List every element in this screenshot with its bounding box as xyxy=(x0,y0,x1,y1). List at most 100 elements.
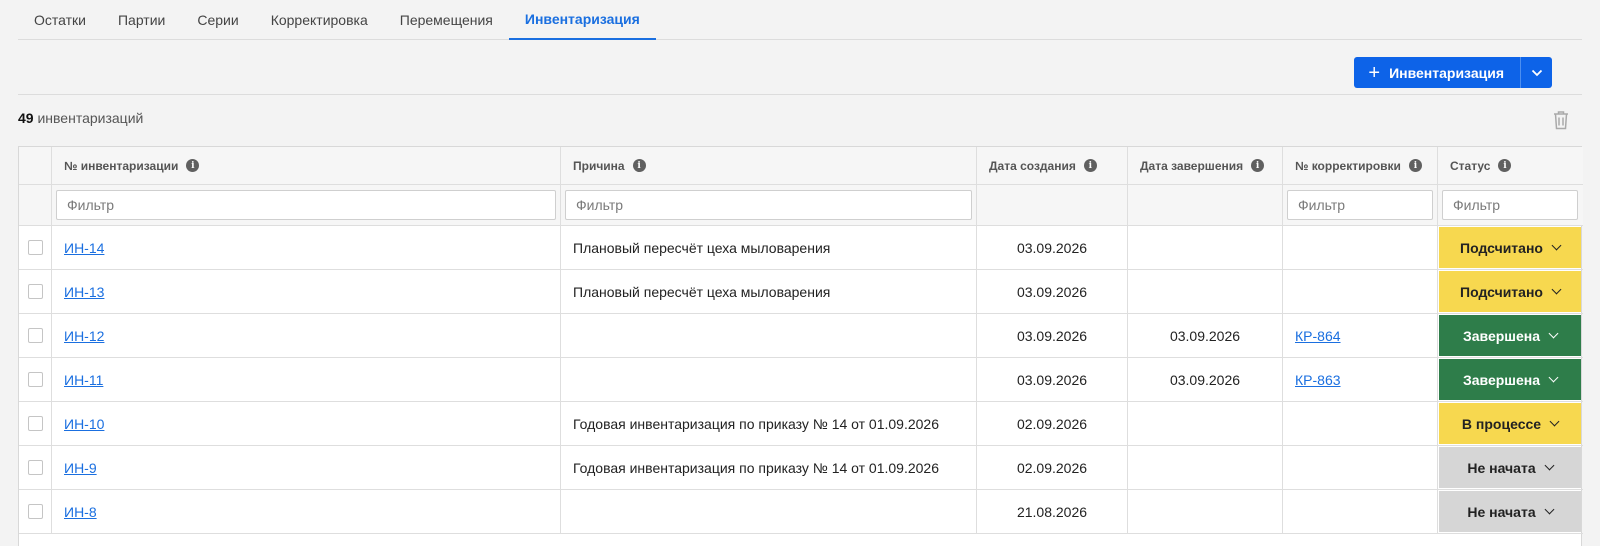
status-label: Завершена xyxy=(1462,371,1540,388)
status-dropdown[interactable]: Завершена xyxy=(1439,359,1581,400)
row-checkbox[interactable] xyxy=(28,416,43,431)
table-header: № инвентаризации i Причина i Дата создания… xyxy=(19,147,1583,185)
reason-cell: Годовая инвентаризация по приказу № 14 о… xyxy=(561,446,977,489)
create-options-dropdown-button[interactable] xyxy=(1520,57,1552,88)
correction-cell: КР-864 xyxy=(1283,314,1438,357)
column-header-number[interactable]: № инвентаризации i xyxy=(52,147,561,184)
status-cell: Завершена xyxy=(1438,358,1582,401)
correction-link[interactable]: КР-864 xyxy=(1283,328,1341,344)
select-cell xyxy=(19,358,52,401)
table-row: ИН-12 03.09.2026 03.09.2026 КР-864 Завер… xyxy=(19,314,1583,358)
status-cell: Завершена xyxy=(1438,314,1582,357)
info-icon[interactable]: i xyxy=(632,159,646,172)
correction-link[interactable]: КР-863 xyxy=(1283,372,1341,388)
tab-inventory[interactable]: Инвентаризация xyxy=(508,0,656,40)
created-date: 02.09.2026 xyxy=(1016,459,1088,476)
filter-select-cell xyxy=(19,185,52,225)
number-cell: ИН-11 xyxy=(52,358,561,401)
info-icon[interactable]: i xyxy=(1408,159,1422,172)
record-count: 49 инвентаризаций xyxy=(18,110,143,126)
column-header-correction[interactable]: № корректировки i xyxy=(1283,147,1438,184)
tab-adjustment[interactable]: Корректировка xyxy=(255,0,384,40)
row-checkbox[interactable] xyxy=(28,240,43,255)
filter-correction-input[interactable] xyxy=(1287,190,1433,220)
row-checkbox[interactable] xyxy=(28,328,43,343)
column-header-label: № корректировки xyxy=(1295,158,1401,173)
reason-cell xyxy=(561,314,977,357)
status-dropdown[interactable]: Не начата xyxy=(1439,491,1581,532)
created-cell: 02.09.2026 xyxy=(977,446,1128,489)
status-dropdown[interactable]: В процессе xyxy=(1439,403,1581,444)
tab-stock[interactable]: Остатки xyxy=(18,0,102,40)
chevron-down-icon xyxy=(1549,416,1560,427)
inventory-number-link[interactable]: ИН-8 xyxy=(52,504,97,520)
reason-cell: Плановый пересчёт цеха мыловарения xyxy=(561,270,977,313)
table-row: ИН-13 Плановый пересчёт цеха мыловарения… xyxy=(19,270,1583,314)
status-dropdown[interactable]: Не начата xyxy=(1439,447,1581,488)
status-dropdown[interactable]: Подсчитано xyxy=(1439,271,1581,312)
table-row: ИН-14 Плановый пересчёт цеха мыловарения… xyxy=(19,226,1583,270)
chevron-down-icon xyxy=(1551,284,1562,295)
create-inventory-button[interactable]: + Инвентаризация xyxy=(1354,57,1520,88)
column-header-reason[interactable]: Причина i xyxy=(561,147,977,184)
inventory-number-link[interactable]: ИН-11 xyxy=(52,372,103,388)
number-cell: ИН-14 xyxy=(52,226,561,269)
inventory-number-link[interactable]: ИН-9 xyxy=(52,460,97,476)
reason-cell: Годовая инвентаризация по приказу № 14 о… xyxy=(561,402,977,445)
column-header-label: № инвентаризации xyxy=(64,158,179,173)
number-cell: ИН-9 xyxy=(52,446,561,489)
status-dropdown[interactable]: Подсчитано xyxy=(1439,227,1581,268)
row-checkbox[interactable] xyxy=(28,504,43,519)
row-checkbox[interactable] xyxy=(28,372,43,387)
created-cell: 03.09.2026 xyxy=(977,314,1128,357)
status-cell: Подсчитано xyxy=(1438,226,1582,269)
tab-label: Инвентаризация xyxy=(524,11,640,27)
info-icon[interactable]: i xyxy=(186,159,200,172)
info-icon[interactable]: i xyxy=(1498,159,1512,172)
table-row: ИН-9 Годовая инвентаризация по приказу №… xyxy=(19,446,1583,490)
created-date: 03.09.2026 xyxy=(1016,239,1088,256)
column-header-completed[interactable]: Дата завершения i xyxy=(1128,147,1283,184)
column-header-created[interactable]: Дата создания i xyxy=(977,147,1128,184)
chevron-down-icon xyxy=(1531,69,1542,76)
created-date: 21.08.2026 xyxy=(1016,503,1088,520)
created-cell: 21.08.2026 xyxy=(977,490,1128,533)
tab-transfers[interactable]: Перемещения xyxy=(384,0,509,40)
status-dropdown[interactable]: Завершена xyxy=(1439,315,1581,356)
filter-number-input[interactable] xyxy=(56,190,556,220)
inventory-number-link[interactable]: ИН-10 xyxy=(52,416,104,432)
info-icon[interactable]: i xyxy=(1083,159,1097,172)
filter-reason-input[interactable] xyxy=(565,190,972,220)
row-checkbox[interactable] xyxy=(28,460,43,475)
chevron-down-icon xyxy=(1544,504,1555,515)
chevron-down-icon xyxy=(1548,372,1559,383)
created-cell: 03.09.2026 xyxy=(977,226,1128,269)
status-label: Завершена xyxy=(1462,327,1540,344)
info-icon[interactable]: i xyxy=(1251,159,1265,172)
trash-icon[interactable] xyxy=(1552,110,1570,130)
reason-cell: Плановый пересчёт цеха мыловарения xyxy=(561,226,977,269)
column-header-status[interactable]: Статус i xyxy=(1438,147,1582,184)
status-cell: Не начата xyxy=(1438,446,1582,489)
reason-text: Плановый пересчёт цеха мыловарения xyxy=(573,283,831,300)
select-cell xyxy=(19,446,52,489)
completed-date: 03.09.2026 xyxy=(1169,327,1241,344)
tab-series[interactable]: Серии xyxy=(181,0,254,40)
table-row: ИН-10 Годовая инвентаризация по приказу … xyxy=(19,402,1583,446)
number-cell: ИН-8 xyxy=(52,490,561,533)
filter-status-input[interactable] xyxy=(1442,190,1578,220)
completed-cell xyxy=(1128,402,1283,445)
tab-batches[interactable]: Партии xyxy=(102,0,181,40)
completed-date: 03.09.2026 xyxy=(1169,371,1241,388)
inventory-number-link[interactable]: ИН-13 xyxy=(52,284,104,300)
select-cell xyxy=(19,270,52,313)
status-cell: Подсчитано xyxy=(1438,270,1582,313)
tab-label: Остатки xyxy=(34,12,86,28)
created-date: 03.09.2026 xyxy=(1016,283,1088,300)
inventory-number-link[interactable]: ИН-12 xyxy=(52,328,104,344)
inventory-number-link[interactable]: ИН-14 xyxy=(52,240,104,256)
status-label: В процессе xyxy=(1461,415,1542,432)
chevron-down-icon xyxy=(1551,240,1562,251)
row-checkbox[interactable] xyxy=(28,284,43,299)
reason-cell xyxy=(561,490,977,533)
